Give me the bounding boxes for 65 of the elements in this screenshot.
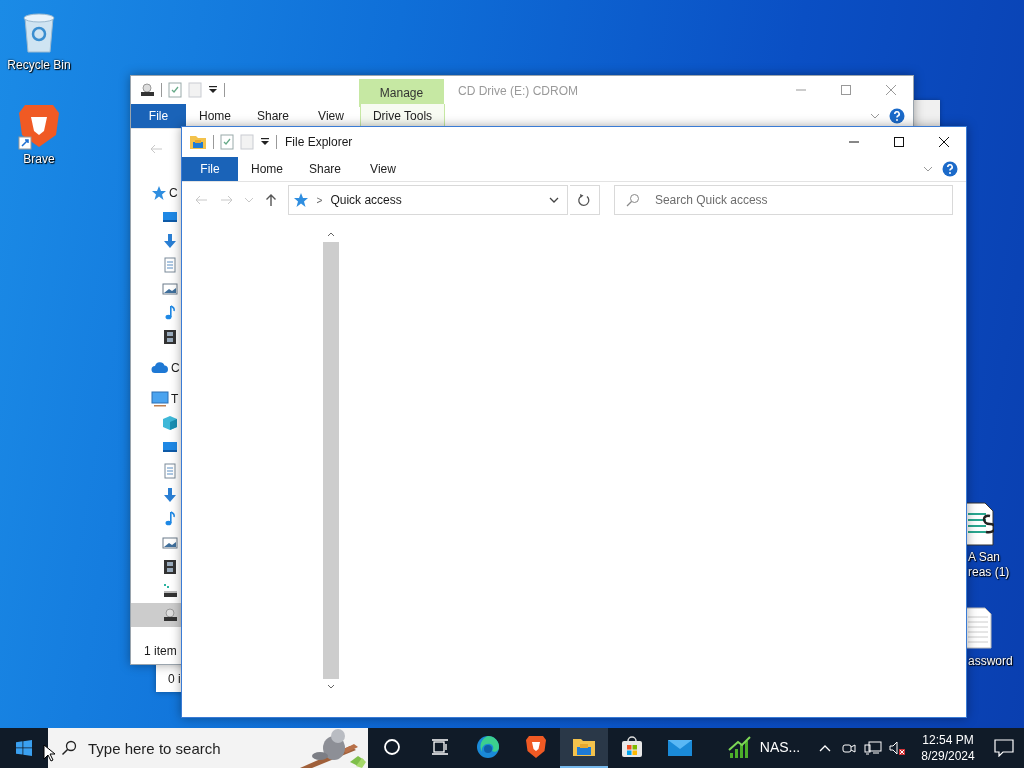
folder-icon[interactable] — [189, 133, 207, 151]
document-icon — [162, 463, 178, 479]
film-icon — [162, 559, 178, 575]
dropdown-icon[interactable] — [549, 197, 560, 203]
picture-icon — [162, 281, 178, 297]
lion-shield-icon — [525, 735, 547, 759]
task-view-icon — [431, 738, 449, 756]
monitor-icon — [162, 439, 178, 455]
shopping-bag-icon — [620, 735, 644, 759]
cursor-icon — [43, 744, 55, 762]
search-field[interactable]: Search Quick access — [613, 185, 953, 215]
rising-bars-icon — [727, 735, 752, 759]
drive-icon — [162, 583, 178, 599]
windows-logo-icon — [16, 740, 32, 756]
folder-icon — [572, 737, 596, 757]
clock[interactable]: 12:54 PM 8/29/2024 — [912, 728, 984, 768]
ribbon-tab[interactable]: View — [354, 157, 412, 181]
icon-label: Brave — [23, 152, 55, 167]
star-icon — [292, 192, 309, 208]
checklist-icon[interactable] — [168, 81, 182, 99]
nav-item[interactable]: C — [131, 356, 181, 380]
status-text: 1 item — [144, 644, 177, 658]
star-icon — [151, 185, 167, 201]
file-tab[interactable]: File — [182, 157, 238, 181]
icon-label: Recycle Bin — [7, 58, 71, 73]
ribbon-tab[interactable]: Share — [296, 157, 354, 181]
computer-icon — [151, 391, 169, 407]
icon-label: A San — [968, 550, 1001, 565]
down-arrow-icon — [162, 487, 178, 503]
refresh-button[interactable] — [570, 185, 600, 215]
refresh-icon — [577, 193, 592, 207]
file-tab[interactable]: File — [131, 104, 186, 128]
search-icon — [625, 193, 640, 207]
nav-item[interactable] — [131, 603, 181, 627]
nav-item[interactable]: C — [131, 181, 181, 205]
ribbon-tab[interactable]: Share — [244, 104, 302, 128]
ribbon-tab[interactable]: Home — [238, 157, 296, 181]
ribbon-tab[interactable]: Home — [186, 104, 244, 128]
cd-drive-icon — [162, 607, 178, 623]
checklist-icon[interactable] — [220, 133, 234, 151]
cube-icon — [162, 415, 178, 431]
down-arrow-icon — [162, 233, 178, 249]
cloud-icon — [151, 360, 169, 376]
context-tab-header: Manage — [359, 79, 444, 107]
picture-icon — [162, 535, 178, 551]
icon-label: assword — [968, 654, 1013, 669]
film-icon — [162, 329, 178, 345]
address-bar[interactable]: > Quick access — [287, 185, 569, 215]
search-icon — [61, 740, 77, 756]
browser-swirl-icon — [476, 735, 500, 759]
envelope-icon — [667, 737, 693, 757]
window-title: File Explorer — [284, 134, 354, 151]
window-title: CD Drive (E:) CDROM — [457, 83, 579, 100]
ribbon-tab[interactable]: View — [302, 104, 360, 128]
nav-item[interactable]: T — [131, 387, 181, 411]
taskbar-button[interactable] — [560, 728, 608, 768]
taskbar-button[interactable]: NAS... — [716, 728, 812, 768]
document-icon — [162, 257, 178, 273]
status-text: 0 i — [168, 672, 181, 686]
circle-icon — [383, 738, 401, 756]
monitor-icon — [162, 209, 178, 225]
breadcrumb-item[interactable]: Quick access — [330, 193, 402, 207]
breadcrumb-separator: > — [316, 194, 323, 206]
icon-label: reas (1) — [968, 565, 1010, 580]
cd-drive-icon — [139, 81, 155, 99]
